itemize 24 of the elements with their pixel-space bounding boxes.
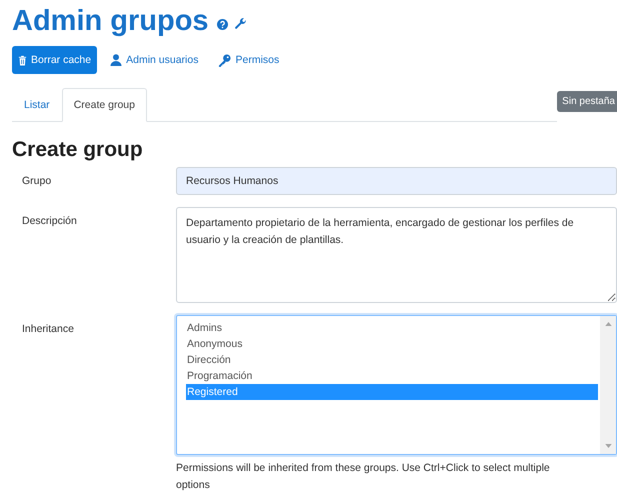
tab[interactable]: Create group — [62, 88, 147, 122]
page-title: Admin grupos — [12, 4, 209, 38]
list-option[interactable]: Admins — [186, 320, 600, 336]
tab-badge: Sin pestaña — [557, 91, 617, 112]
list-option[interactable]: Dirección — [186, 352, 600, 368]
group-name-field[interactable]: Recursos Humanos — [176, 167, 617, 195]
help-icon[interactable] — [216, 18, 228, 30]
description-field[interactable]: Departamento propietario de la herramienta, encargado de gestionar los perfiles de usuario y la creación de plantillas. — [176, 207, 617, 303]
trash-icon — [18, 54, 27, 66]
list-option[interactable]: Anonymous — [186, 336, 600, 352]
help-text: Permissions will be inherited from these groups. Use Ctrl+Click to select multiple options — [176, 461, 551, 492]
user-icon — [110, 54, 122, 66]
key-icon — [218, 54, 232, 66]
field-label: Grupo — [21, 174, 52, 189]
list-option[interactable]: Programación — [186, 368, 600, 384]
field-label: Inheritance — [21, 322, 75, 337]
tab[interactable]: Listar — [12, 88, 62, 122]
permissions-link[interactable]: Permisos — [211, 46, 286, 74]
form-heading: Create group — [12, 138, 144, 162]
wrench-icon[interactable] — [234, 16, 247, 30]
clear-cache-button[interactable]: Borrar cache — [12, 46, 98, 74]
inheritance-list[interactable]: Admins Anonymous Dirección Programación Registered — [176, 315, 617, 455]
admin-users-link[interactable]: Admin usuarios — [103, 47, 206, 73]
field-label: Descripción — [21, 214, 78, 229]
